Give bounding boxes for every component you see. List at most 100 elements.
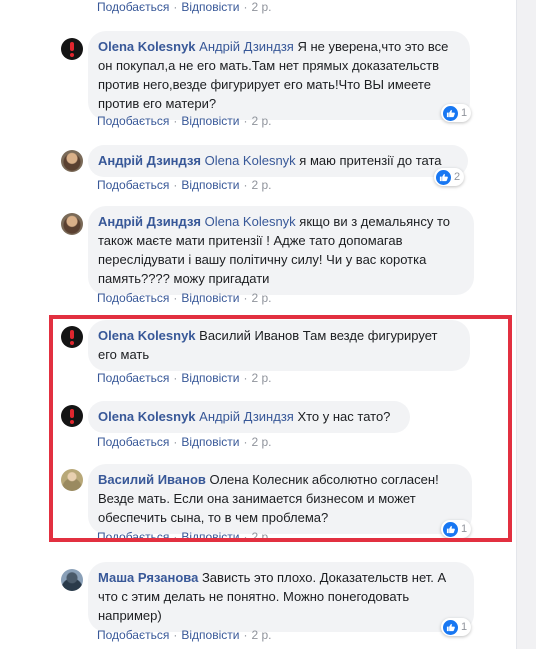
avatar[interactable] <box>61 150 83 172</box>
reaction-count[interactable]: 1 <box>441 104 472 122</box>
comment-text: Я не уверена,что это все <box>293 39 449 54</box>
like-reaction-icon <box>443 105 458 121</box>
comment-bubble: Olena Kolesnyk Андрій Дзиндзя Хто у нас … <box>88 401 410 433</box>
separator: · <box>173 291 178 305</box>
separator: · <box>173 178 178 192</box>
reply-link[interactable]: Відповісти <box>181 371 239 385</box>
separator: · <box>243 628 248 642</box>
reaction-count[interactable]: 2 <box>434 168 465 186</box>
like-link[interactable]: Подобається <box>97 371 169 385</box>
reply-link[interactable]: Відповісти <box>181 628 239 642</box>
comment-author[interactable]: Olena Kolesnyk <box>98 328 196 343</box>
comment-bubble: Olena Kolesnyk Василий Иванов Там везде … <box>88 320 470 371</box>
comment-text: его мать <box>98 347 150 362</box>
reaction-number: 1 <box>461 621 468 633</box>
reaction-number: 1 <box>461 523 468 535</box>
comment-text: против его матери? <box>98 96 217 111</box>
comment-text: також маєте мати притензії ! Адже тато д… <box>98 233 403 248</box>
like-reaction-icon <box>443 521 458 537</box>
timestamp[interactable]: 2 р. <box>251 371 271 385</box>
like-reaction-icon <box>443 619 458 635</box>
like-link[interactable]: Подобається <box>97 530 169 538</box>
reaction-count[interactable]: 1 <box>441 520 472 538</box>
separator: · <box>173 114 178 128</box>
separator: · <box>173 0 178 14</box>
comment-author[interactable]: Маша Рязанова <box>98 570 198 585</box>
avatar[interactable] <box>61 213 83 235</box>
comment-text: например) <box>98 608 162 623</box>
comment-text: память???? можу пригадати <box>98 271 270 286</box>
comment-actions: Подобається · Відповісти · 2 р. <box>97 178 271 192</box>
comment-author[interactable]: Olena Kolesnyk <box>98 409 196 424</box>
comment-author[interactable]: Василий Иванов <box>98 472 206 487</box>
separator: · <box>243 114 248 128</box>
timestamp[interactable]: 2 р. <box>251 178 271 192</box>
reply-link[interactable]: Відповісти <box>181 530 239 538</box>
timestamp[interactable]: 2 р. <box>251 0 271 14</box>
timestamp[interactable]: 2 р. <box>251 530 271 538</box>
comment-text: Хто у нас тато? <box>293 409 391 424</box>
comment-actions: Подобається · Відповісти · 2 р. <box>97 435 271 449</box>
reaction-number: 2 <box>454 171 461 183</box>
comment-bubble: Маша Рязанова Зависть это плохо. Доказат… <box>88 562 474 632</box>
reply-link[interactable]: Відповісти <box>181 435 239 449</box>
scrollbar[interactable] <box>516 0 536 649</box>
avatar[interactable] <box>61 405 83 427</box>
like-link[interactable]: Подобається <box>97 0 169 14</box>
like-link[interactable]: Подобається <box>97 178 169 192</box>
avatar[interactable] <box>61 326 83 348</box>
comment-author[interactable]: Андрій Дзиндзя <box>98 214 201 229</box>
comment-text: что с этим делать не понятно. Можно поне… <box>98 589 410 604</box>
separator: · <box>173 628 178 642</box>
comment-text: Олена Колесник абсолютно согласен! <box>205 472 439 487</box>
timestamp[interactable]: 2 р. <box>251 628 271 642</box>
comment-text: я маю притензії до тата <box>295 153 442 168</box>
like-link[interactable]: Подобається <box>97 114 169 128</box>
comment-actions: Подобається · Відповісти · 2 р. <box>97 0 271 14</box>
like-link[interactable]: Подобається <box>97 435 169 449</box>
timestamp[interactable]: 2 р. <box>251 114 271 128</box>
comment-text: переслідувати і вашу політичну силу! Чи … <box>98 252 427 267</box>
reply-link[interactable]: Відповісти <box>181 178 239 192</box>
avatar[interactable] <box>61 38 83 60</box>
comment-mention[interactable]: Olena Kolesnyk <box>205 153 296 168</box>
timestamp[interactable]: 2 р. <box>251 291 271 305</box>
separator: · <box>243 178 248 192</box>
reply-link[interactable]: Відповісти <box>181 291 239 305</box>
comment-text: обеспечить сына, то в чем проблема? <box>98 510 329 525</box>
separator: · <box>243 291 248 305</box>
comment-actions: Подобається · Відповісти · 2 р. <box>97 114 271 128</box>
comment-mention[interactable]: Андрій Дзиндзя <box>199 409 294 424</box>
comment-bubble: Василий Иванов Олена Колесник абсолютно … <box>88 464 472 534</box>
comment-text: Зависть это плохо. Доказательств нет. А <box>198 570 447 585</box>
reply-link[interactable]: Відповісти <box>181 0 239 14</box>
comment-actions: Подобається · Відповісти · 2 р. <box>97 371 271 385</box>
reply-link[interactable]: Відповісти <box>181 114 239 128</box>
avatar[interactable] <box>61 469 83 491</box>
comment-actions: Подобається · Відповісти · 2 р. <box>97 628 271 642</box>
like-reaction-icon <box>436 169 451 185</box>
comment-text: Василий Иванов Там везде фигурирует <box>195 328 438 343</box>
comment-bubble: Olena Kolesnyk Андрій Дзиндзя Я не увере… <box>88 31 470 120</box>
like-link[interactable]: Подобається <box>97 291 169 305</box>
comment-mention[interactable]: Андрій Дзиндзя <box>199 39 294 54</box>
separator: · <box>243 435 248 449</box>
like-link[interactable]: Подобається <box>97 628 169 642</box>
separator: · <box>173 435 178 449</box>
comment-author[interactable]: Андрій Дзиндзя <box>98 153 201 168</box>
comment-author[interactable]: Olena Kolesnyk <box>98 39 196 54</box>
comment-bubble: Андрій Дзиндзя Olena Kolesnyk я маю прит… <box>88 145 468 177</box>
separator: · <box>243 0 248 14</box>
comment-text: якщо ви з демальянсу то <box>295 214 450 229</box>
comment-bubble: Андрій Дзиндзя Olena Kolesnyk якщо ви з … <box>88 206 474 295</box>
separator: · <box>173 371 178 385</box>
comment-actions: Подобається · Відповісти · 2 р. <box>97 291 271 305</box>
avatar[interactable] <box>61 569 83 591</box>
comment-text: он покупал,а не его мать.Там нет прямых … <box>98 58 440 73</box>
reaction-number: 1 <box>461 107 468 119</box>
timestamp[interactable]: 2 р. <box>251 435 271 449</box>
separator: · <box>173 530 178 538</box>
reaction-count[interactable]: 1 <box>441 618 472 636</box>
separator: · <box>243 530 248 538</box>
comment-mention[interactable]: Olena Kolesnyk <box>205 214 296 229</box>
